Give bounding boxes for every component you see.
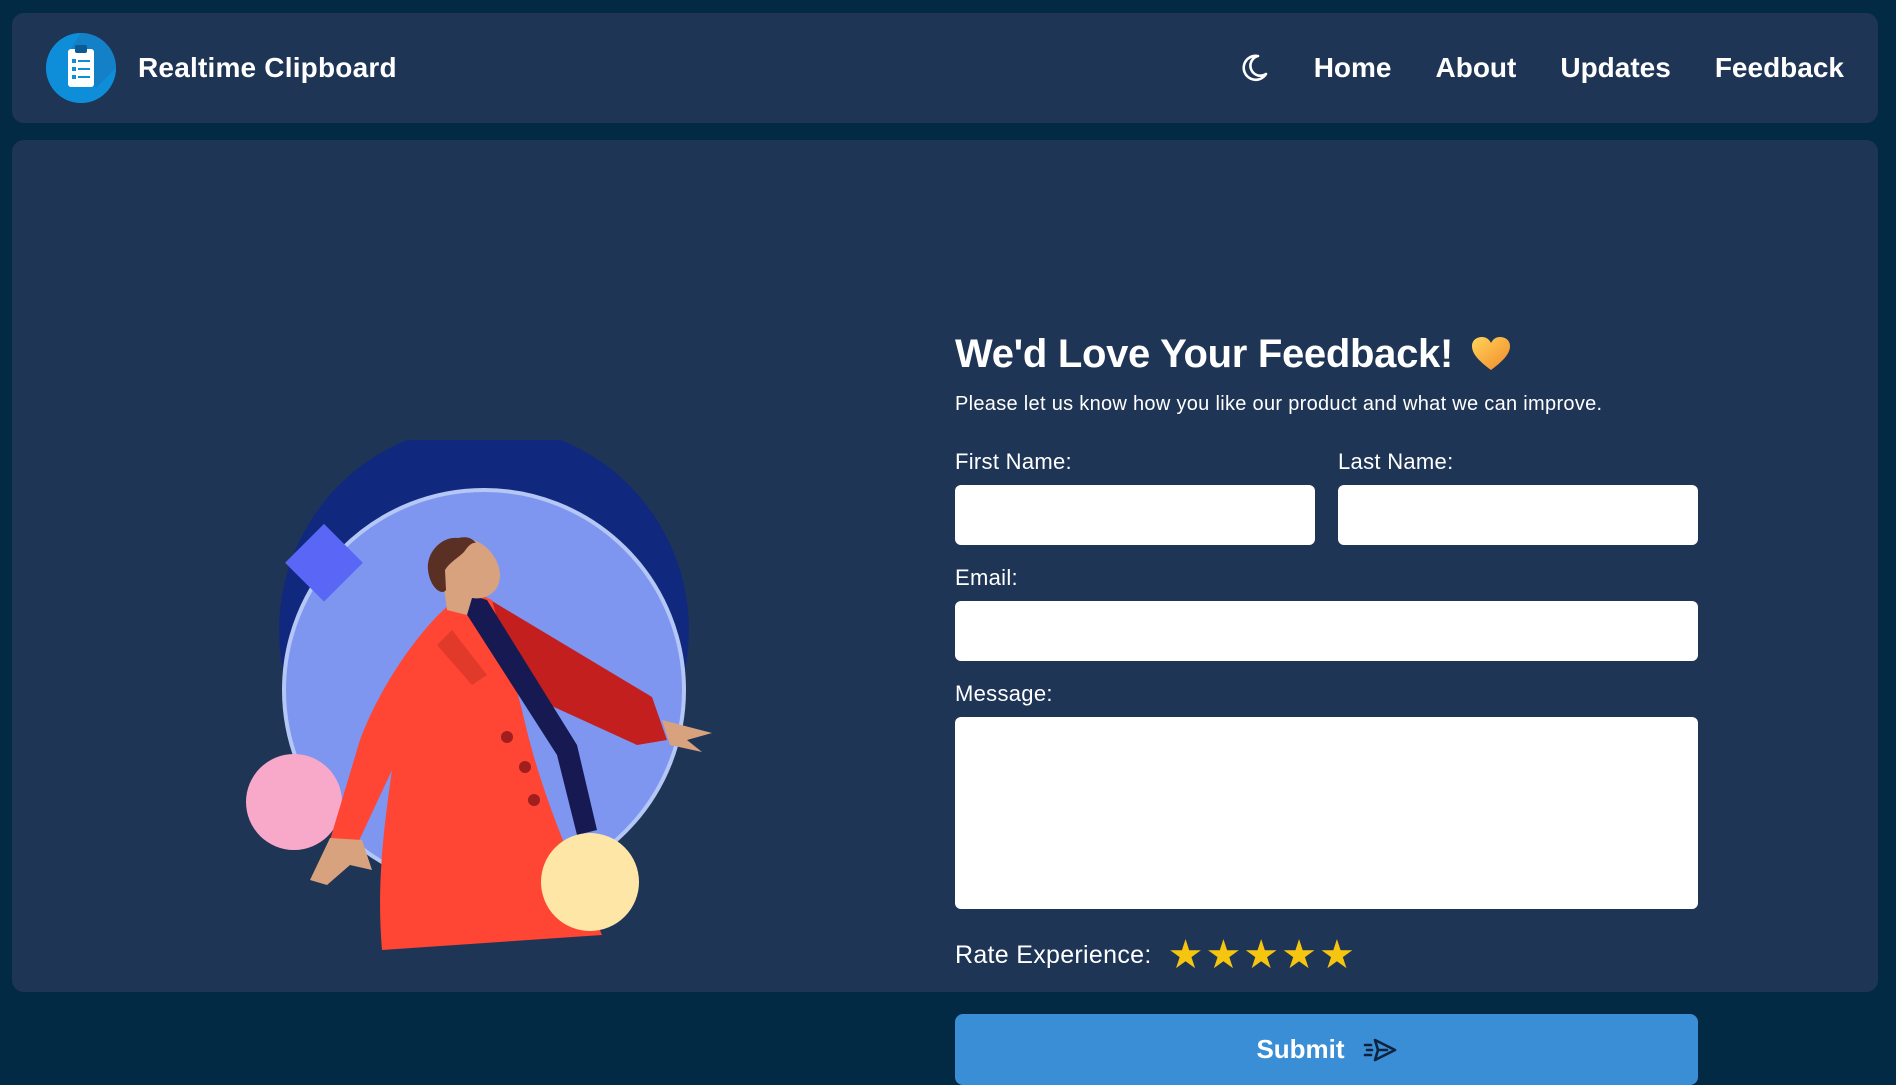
- nav-menu: Home About Updates Feedback: [1236, 33, 1844, 103]
- moon-icon[interactable]: [1236, 50, 1272, 86]
- navbar: Realtime Clipboard Home About Updates Fe…: [12, 13, 1878, 123]
- email-label: Email:: [955, 565, 1018, 590]
- nav-link-about[interactable]: About: [1436, 52, 1517, 84]
- feedback-form: We'd Love Your Feedback! Please let us k…: [955, 330, 1698, 1085]
- form-subtitle: Please let us know how you like our prod…: [955, 393, 1603, 415]
- rating-label: Rate Experience:: [955, 940, 1152, 969]
- brand-name: Realtime Clipboard: [138, 52, 397, 83]
- brand[interactable]: Realtime Clipboard: [46, 33, 397, 103]
- first-name-group: First Name:: [955, 449, 1315, 545]
- feedback-illustration: [232, 425, 752, 960]
- feedback-card: We'd Love Your Feedback! Please let us k…: [12, 140, 1878, 1085]
- first-name-input[interactable]: [955, 485, 1315, 545]
- nav-link-updates[interactable]: Updates: [1560, 52, 1670, 84]
- clipboard-icon: [46, 33, 116, 103]
- star-icon-2[interactable]: ★: [1205, 935, 1241, 975]
- last-name-label: Last Name:: [1338, 449, 1454, 474]
- star-icon-5[interactable]: ★: [1319, 935, 1355, 975]
- message-group: Message:: [955, 681, 1698, 909]
- send-icon: [1363, 1038, 1396, 1061]
- email-input[interactable]: [955, 601, 1698, 661]
- message-textarea[interactable]: [955, 717, 1698, 909]
- last-name-input[interactable]: [1338, 485, 1698, 545]
- message-label: Message:: [955, 681, 1053, 706]
- last-name-group: Last Name:: [1338, 449, 1698, 545]
- star-icon-4[interactable]: ★: [1281, 935, 1317, 975]
- form-title-text: We'd Love Your Feedback!: [955, 331, 1453, 376]
- nav-link-feedback[interactable]: Feedback: [1715, 52, 1844, 84]
- name-row: First Name: Last Name:: [955, 449, 1698, 545]
- heart-icon: [1472, 337, 1510, 370]
- first-name-label: First Name:: [955, 449, 1072, 474]
- form-title: We'd Love Your Feedback!: [955, 330, 1698, 378]
- star-icon-3[interactable]: ★: [1243, 935, 1279, 975]
- email-group: Email:: [955, 565, 1698, 661]
- rating-group: Rate Experience: ★ ★ ★ ★ ★: [955, 934, 1698, 976]
- nav-link-home[interactable]: Home: [1314, 52, 1392, 84]
- submit-button[interactable]: Submit: [955, 1014, 1698, 1085]
- star-icon-1[interactable]: ★: [1168, 935, 1204, 975]
